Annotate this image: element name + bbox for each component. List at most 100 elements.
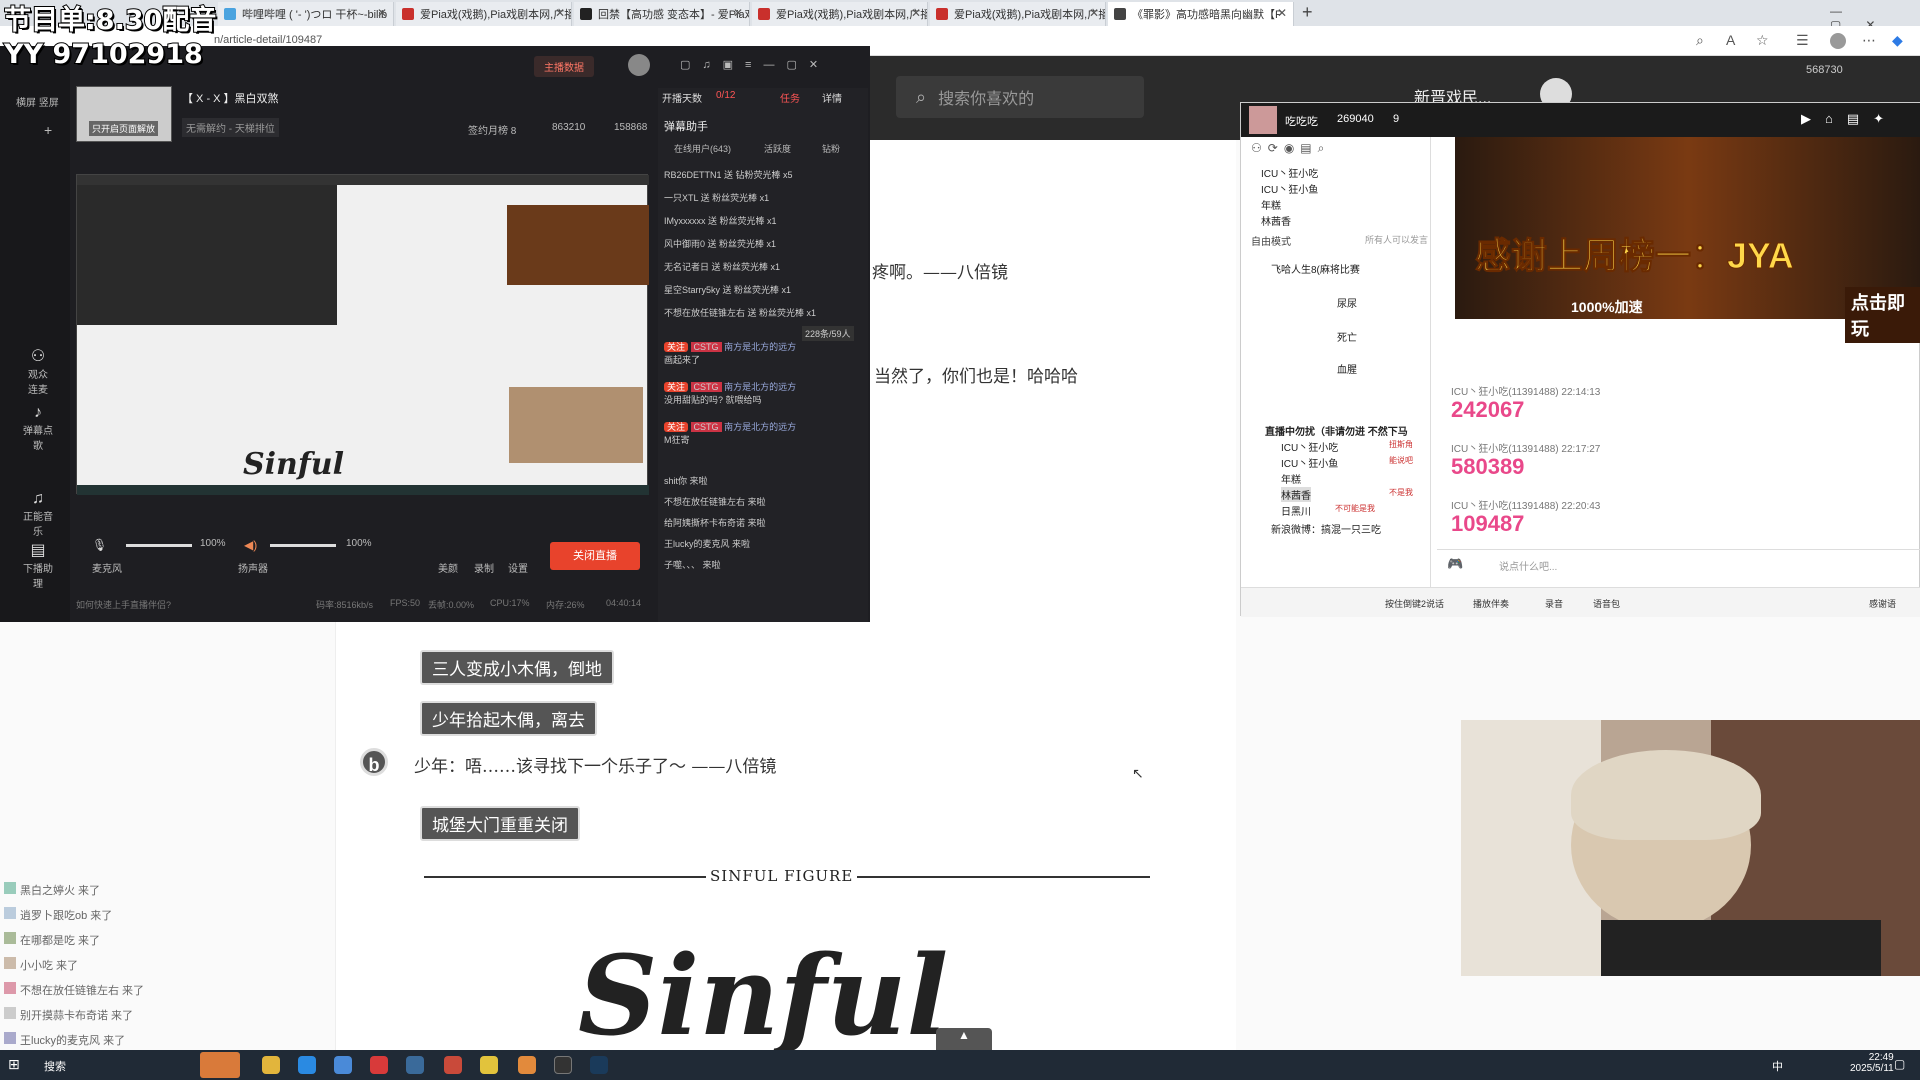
beauty-button[interactable]: 美颜 — [438, 560, 458, 575]
task-link[interactable]: 任务 — [780, 90, 800, 105]
slot-item[interactable]: 飞哈人生8(麻将比赛 — [1271, 261, 1360, 276]
profile-avatar[interactable] — [1830, 33, 1846, 49]
room-title[interactable]: 【 X - X 】黑白双煞 — [182, 90, 279, 106]
close-icon[interactable]: ✕ — [1277, 6, 1287, 20]
gamepad-icon[interactable]: 🎮 — [1447, 556, 1463, 572]
new-tab-button[interactable]: + — [1302, 2, 1313, 23]
play-accompaniment-button[interactable]: 播放伴奏 — [1473, 597, 1509, 610]
preview-banner — [507, 205, 649, 285]
streamer-avatar[interactable] — [628, 54, 650, 76]
app-icon[interactable] — [406, 1056, 424, 1074]
slot-item[interactable]: 死亡 — [1337, 329, 1357, 344]
browser-tab[interactable]: 哔哩哔哩 ( '- ')つロ 干杯~-bilib ✕ — [218, 2, 394, 26]
browser-tab[interactable]: 爱Pia戏(戏鹅),Pia戏剧本网,广播剧 ✕ — [752, 2, 928, 26]
app-icon[interactable] — [518, 1056, 536, 1074]
ime-indicator[interactable]: 中 — [1772, 1058, 1783, 1074]
settings-button[interactable]: 设置 — [508, 560, 528, 575]
stop-live-button[interactable]: 关闭直播 — [550, 542, 640, 570]
close-icon[interactable]: ✕ — [377, 6, 387, 20]
speaker-volume-slider[interactable] — [270, 544, 336, 547]
join-item: 王lucky的麦克风 来了 — [4, 1032, 125, 1048]
message-input[interactable]: 🎮 说点什么吧... — [1437, 549, 1920, 577]
notification-icon[interactable]: ▢ — [1894, 1057, 1905, 1071]
channel-member[interactable]: 日黑川 — [1281, 503, 1311, 518]
browser-tab[interactable]: 爱Pia戏(戏鹅),Pia戏剧本网,广播剧 ✕ — [396, 2, 572, 26]
sidebar-item-song[interactable]: ♪ 弹幕点歌 — [20, 404, 56, 452]
app-icon[interactable] — [370, 1056, 388, 1074]
sidebar-item-assistant[interactable]: ▤ 下播助理 — [20, 540, 56, 590]
member-item[interactable]: ICU丶狂小吃 — [1261, 165, 1318, 180]
tab-online-users[interactable]: 在线用户(643) — [674, 142, 731, 155]
piaxi-icon — [758, 8, 770, 20]
channel-member[interactable]: 林茜香 — [1281, 487, 1311, 502]
tree-toolbar-icons[interactable]: ⚇⟳◉▤⌕ — [1251, 141, 1330, 156]
url-text[interactable]: n/article-detail/109487 — [214, 34, 322, 46]
more-icon[interactable]: ⋯ — [1862, 32, 1876, 49]
browser-tab[interactable]: 回禁【高功感 变态本】- 爱Pia戏 ✕ — [574, 2, 750, 26]
browser-icon[interactable] — [334, 1056, 352, 1074]
file-explorer-icon[interactable] — [262, 1056, 280, 1074]
promo-banner[interactable]: 感谢上周榜一：JYA 1000%加速 点击即玩 — [1455, 137, 1920, 343]
speaker-icon[interactable]: ◀) — [244, 538, 257, 552]
tab-fans[interactable]: 钻粉 — [822, 142, 840, 155]
anchor-data-button[interactable]: 主播数据 — [534, 56, 594, 77]
clock[interactable]: 22:49 2025/5/11 — [1850, 1052, 1894, 1074]
divider-title: SINFUL FIGURE — [706, 867, 858, 885]
sidebar-item-music[interactable]: ♫ 正能音乐 — [20, 490, 56, 538]
taskbar-search[interactable]: 搜索 — [44, 1058, 66, 1074]
channel-member[interactable]: ICU丶狂小吃 — [1281, 439, 1338, 454]
taskbar-widget[interactable] — [200, 1052, 240, 1078]
sidebar-item-voice-link[interactable]: ⚇ 观众连麦 — [24, 346, 52, 396]
app-icon[interactable] — [554, 1056, 572, 1074]
member-item[interactable]: 林茜香 — [1261, 213, 1291, 228]
slot-item[interactable]: 尿尿 — [1337, 295, 1357, 310]
close-icon[interactable]: ✕ — [733, 6, 743, 20]
mic-volume-slider[interactable] — [126, 544, 192, 547]
room-cover-thumbnail[interactable]: 只开启页面解放 — [76, 86, 172, 142]
channel-member[interactable]: ICU丶狂小鱼 — [1281, 455, 1338, 470]
banner-cta[interactable]: 点击即玩 — [1845, 287, 1920, 343]
app-icon[interactable] — [480, 1056, 498, 1074]
channel-title[interactable]: 直播中勿扰（非请勿进 不然下马 — [1265, 423, 1408, 438]
join-item: 黑白之婷火 来了 — [4, 882, 100, 898]
scroll-top-button[interactable]: ▲ — [936, 1028, 992, 1050]
room-subtitle[interactable]: 无需解约 - 天梯排位 — [182, 118, 279, 137]
site-search-box[interactable]: ⌕ 搜索你喜欢的 — [896, 76, 1144, 118]
member-item[interactable]: 年糕 — [1261, 197, 1281, 212]
browser-tab-active[interactable]: 《罪影》高功感暗黑向幽默【P ✕ — [1108, 2, 1294, 26]
close-icon[interactable]: ✕ — [555, 6, 565, 20]
member-item[interactable]: ICU丶狂小鱼 — [1261, 181, 1318, 196]
slot-item[interactable]: 血腥 — [1337, 361, 1357, 376]
push-to-talk-button[interactable]: 按住倒键2说话 — [1385, 597, 1444, 610]
overlay-schedule-text: 节目单:8.30配音 YY 97102918 — [3, 4, 217, 71]
window-toolbar-icons[interactable]: ▢♫▣≡—▢✕ — [680, 58, 830, 71]
record-button[interactable]: 录制 — [474, 560, 494, 575]
zoom-icon[interactable]: ⌕ — [1696, 32, 1704, 49]
windows-start-icon[interactable]: ⊞ — [8, 1056, 20, 1073]
room-avatar[interactable] — [1249, 106, 1277, 134]
voice-pack-button[interactable]: 语音包 — [1593, 597, 1620, 610]
star-icon[interactable]: ☆ — [1756, 32, 1769, 49]
add-icon[interactable]: + — [44, 122, 52, 138]
browser-tab[interactable]: 爱Pia戏(戏鹅),Pia戏剧本网,广播剧 ✕ — [930, 2, 1106, 26]
mode-select[interactable]: 自由模式 — [1251, 233, 1291, 248]
app-icon[interactable] — [444, 1056, 462, 1074]
sidebar-tabs[interactable]: 横屏 竖屏 — [16, 94, 59, 109]
stream-preview[interactable]: Sinful — [76, 174, 649, 495]
channel-member[interactable]: 年糕 — [1281, 471, 1301, 486]
close-icon[interactable]: ✕ — [1089, 6, 1099, 20]
close-icon[interactable]: ✕ — [911, 6, 921, 20]
steam-icon[interactable] — [590, 1056, 608, 1074]
edge-icon[interactable] — [298, 1056, 316, 1074]
record-button[interactable]: 录音 — [1545, 597, 1563, 610]
thanks-button[interactable]: 感谢语 — [1869, 597, 1896, 610]
mic-icon[interactable]: 🎙 — [92, 538, 107, 552]
channel-title[interactable]: 新浪微博：搞混一只三吃 — [1271, 521, 1381, 536]
read-aloud-icon[interactable]: A — [1726, 32, 1735, 48]
copilot-icon[interactable]: ◆ — [1892, 32, 1903, 49]
favorites-icon[interactable]: ☰ — [1796, 32, 1809, 49]
tab-activity[interactable]: 活跃度 — [764, 142, 791, 155]
detail-link[interactable]: 详情 — [822, 90, 842, 105]
yy-nav-icons[interactable]: ▶⌂▤✦ — [1801, 111, 1898, 127]
yy-bottom-bar: 按住倒键2说话 播放伴奏 录音 语音包 感谢语 — [1241, 587, 1920, 617]
